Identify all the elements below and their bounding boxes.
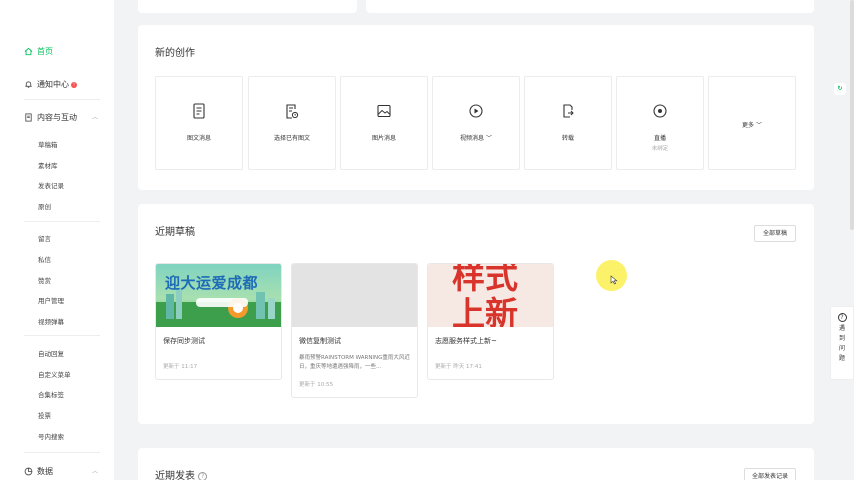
nav-comments[interactable]: 留言 bbox=[38, 233, 51, 243]
nav-home-label: 首页 bbox=[37, 47, 53, 56]
create-live-tile[interactable]: 直播 未绑定 bbox=[616, 76, 704, 170]
create-image-tile[interactable]: 图片消息 bbox=[340, 76, 428, 170]
nav-auto-reply[interactable]: 自动回复 bbox=[38, 348, 64, 358]
draft-description: 暴雨预警RAINSTORM WARNING重雨大风近日，重庆等地遭遇强降雨，一些… bbox=[299, 355, 410, 370]
help-tab[interactable]: ? 遇到问题 bbox=[830, 306, 854, 380]
published-card bbox=[138, 448, 814, 480]
question-icon: ? bbox=[837, 313, 847, 322]
help-circle-icon[interactable]: ? bbox=[198, 471, 208, 480]
create-repost-label: 转载 bbox=[561, 135, 574, 142]
draft-thumbnail: 迎大运爱成都 bbox=[156, 264, 281, 327]
home-icon bbox=[24, 47, 33, 56]
top-card-left bbox=[138, 0, 357, 13]
draft-card[interactable]: 样式上新 志愿服务样式上新~ 更新于 昨天 17:41 bbox=[427, 263, 554, 380]
bell-icon bbox=[24, 80, 33, 89]
video-play-icon bbox=[469, 104, 483, 118]
nav-content-label: 内容与互动 bbox=[37, 113, 77, 122]
nav-material[interactable]: 素材库 bbox=[38, 160, 58, 170]
create-video-tile[interactable]: 视频消息 ﹀ bbox=[432, 76, 520, 170]
top-card-right bbox=[366, 0, 814, 13]
nav-notifications[interactable]: 通知中心 ! bbox=[24, 79, 77, 90]
nav-drafts[interactable]: 草稿箱 bbox=[38, 139, 58, 149]
nav-data-group[interactable]: 数据 bbox=[24, 466, 53, 477]
chevron-up-icon[interactable]: ︿ bbox=[92, 466, 98, 475]
nav-users[interactable]: 用户管理 bbox=[38, 295, 64, 305]
floating-widget-icon[interactable]: ↻ bbox=[834, 83, 846, 95]
all-published-button[interactable]: 全部发表记录 bbox=[744, 468, 796, 480]
create-select-article-tile[interactable]: 选择已有图文 bbox=[248, 76, 336, 170]
mouse-pointer-icon bbox=[610, 275, 618, 285]
chevron-down-icon: ﹀ bbox=[755, 122, 762, 129]
document-select-icon bbox=[286, 104, 299, 119]
drafts-title: 近期草稿 bbox=[155, 227, 195, 238]
nav-home[interactable]: 首页 bbox=[24, 46, 53, 57]
nav-danmaku[interactable]: 视频弹幕 bbox=[38, 316, 64, 326]
nav-notifications-label: 通知中心 bbox=[37, 80, 69, 89]
nav-data-label: 数据 bbox=[37, 467, 53, 476]
published-title: 近期发表 ? bbox=[155, 467, 208, 480]
scrollbar[interactable] bbox=[850, 0, 854, 230]
document-icon bbox=[193, 103, 205, 119]
live-icon bbox=[653, 104, 667, 118]
draft-thumbnail: 样式上新 bbox=[428, 264, 553, 327]
create-select-article-label: 选择已有图文 bbox=[273, 135, 310, 142]
repost-icon bbox=[563, 104, 574, 118]
create-image-label: 图片消息 bbox=[371, 135, 396, 142]
help-tab-label: 遇到问题 bbox=[838, 325, 845, 362]
divider bbox=[24, 221, 100, 222]
create-more-tile[interactable]: 更多 ﹀ bbox=[708, 76, 796, 170]
create-live-status: 未绑定 bbox=[651, 146, 669, 152]
draft-card[interactable]: 微信复制测试 暴雨预警RAINSTORM WARNING重雨大风近日，重庆等地遭… bbox=[291, 263, 418, 398]
draft-updated-time: 更新于 昨天 17:41 bbox=[435, 364, 482, 370]
content-icon bbox=[24, 113, 33, 122]
nav-publish-history[interactable]: 发表记录 bbox=[38, 180, 64, 190]
draft-title: 微信复制测试 bbox=[299, 337, 341, 345]
create-repost-tile[interactable]: 转载 bbox=[524, 76, 612, 170]
pie-chart-icon bbox=[24, 467, 33, 476]
create-live-label: 直播 bbox=[653, 135, 666, 142]
nav-reward[interactable]: 赞赏 bbox=[38, 275, 51, 285]
divider bbox=[24, 335, 100, 336]
nav-custom-menu[interactable]: 自定义菜单 bbox=[38, 369, 71, 379]
nav-search[interactable]: 号内搜索 bbox=[38, 431, 64, 441]
divider bbox=[24, 452, 100, 453]
divider bbox=[24, 99, 100, 100]
create-article-label: 图文消息 bbox=[186, 135, 211, 142]
nav-content-group[interactable]: 内容与互动 bbox=[24, 112, 77, 123]
create-more-label: 更多 ﹀ bbox=[742, 122, 762, 129]
draft-thumbnail-text: 样式上新 bbox=[452, 264, 518, 327]
nav-messages[interactable]: 私信 bbox=[38, 254, 51, 264]
notification-badge: ! bbox=[71, 81, 77, 88]
nav-vote[interactable]: 投票 bbox=[38, 410, 51, 420]
draft-thumbnail-text: 迎大运爱成都 bbox=[165, 274, 259, 292]
create-title: 新的创作 bbox=[155, 48, 195, 59]
nav-tags[interactable]: 合集标签 bbox=[38, 389, 64, 399]
sidebar: 首页 通知中心 ! 内容与互动 ︿ 草稿箱 素材库 发表记录 原创 留言 私信 … bbox=[0, 0, 114, 480]
chevron-down-icon: ﹀ bbox=[485, 135, 492, 142]
draft-updated-time: 更新于 10:55 bbox=[299, 382, 334, 388]
draft-thumbnail-placeholder bbox=[292, 264, 417, 327]
draft-title: 志愿服务样式上新~ bbox=[435, 337, 497, 345]
nav-original[interactable]: 原创 bbox=[38, 201, 51, 211]
chevron-up-icon[interactable]: ︿ bbox=[92, 112, 98, 121]
draft-updated-time: 更新于 11:17 bbox=[163, 364, 198, 370]
draft-title: 保存同步测试 bbox=[163, 337, 205, 345]
draft-card[interactable]: 迎大运爱成都 保存同步测试 更新于 11:17 bbox=[155, 263, 282, 380]
create-article-tile[interactable]: 图文消息 bbox=[155, 76, 243, 170]
cursor-highlight bbox=[596, 260, 627, 291]
create-video-label: 视频消息 ﹀ bbox=[460, 135, 492, 142]
all-drafts-button[interactable]: 全部草稿 bbox=[754, 225, 796, 242]
image-icon bbox=[377, 104, 391, 118]
